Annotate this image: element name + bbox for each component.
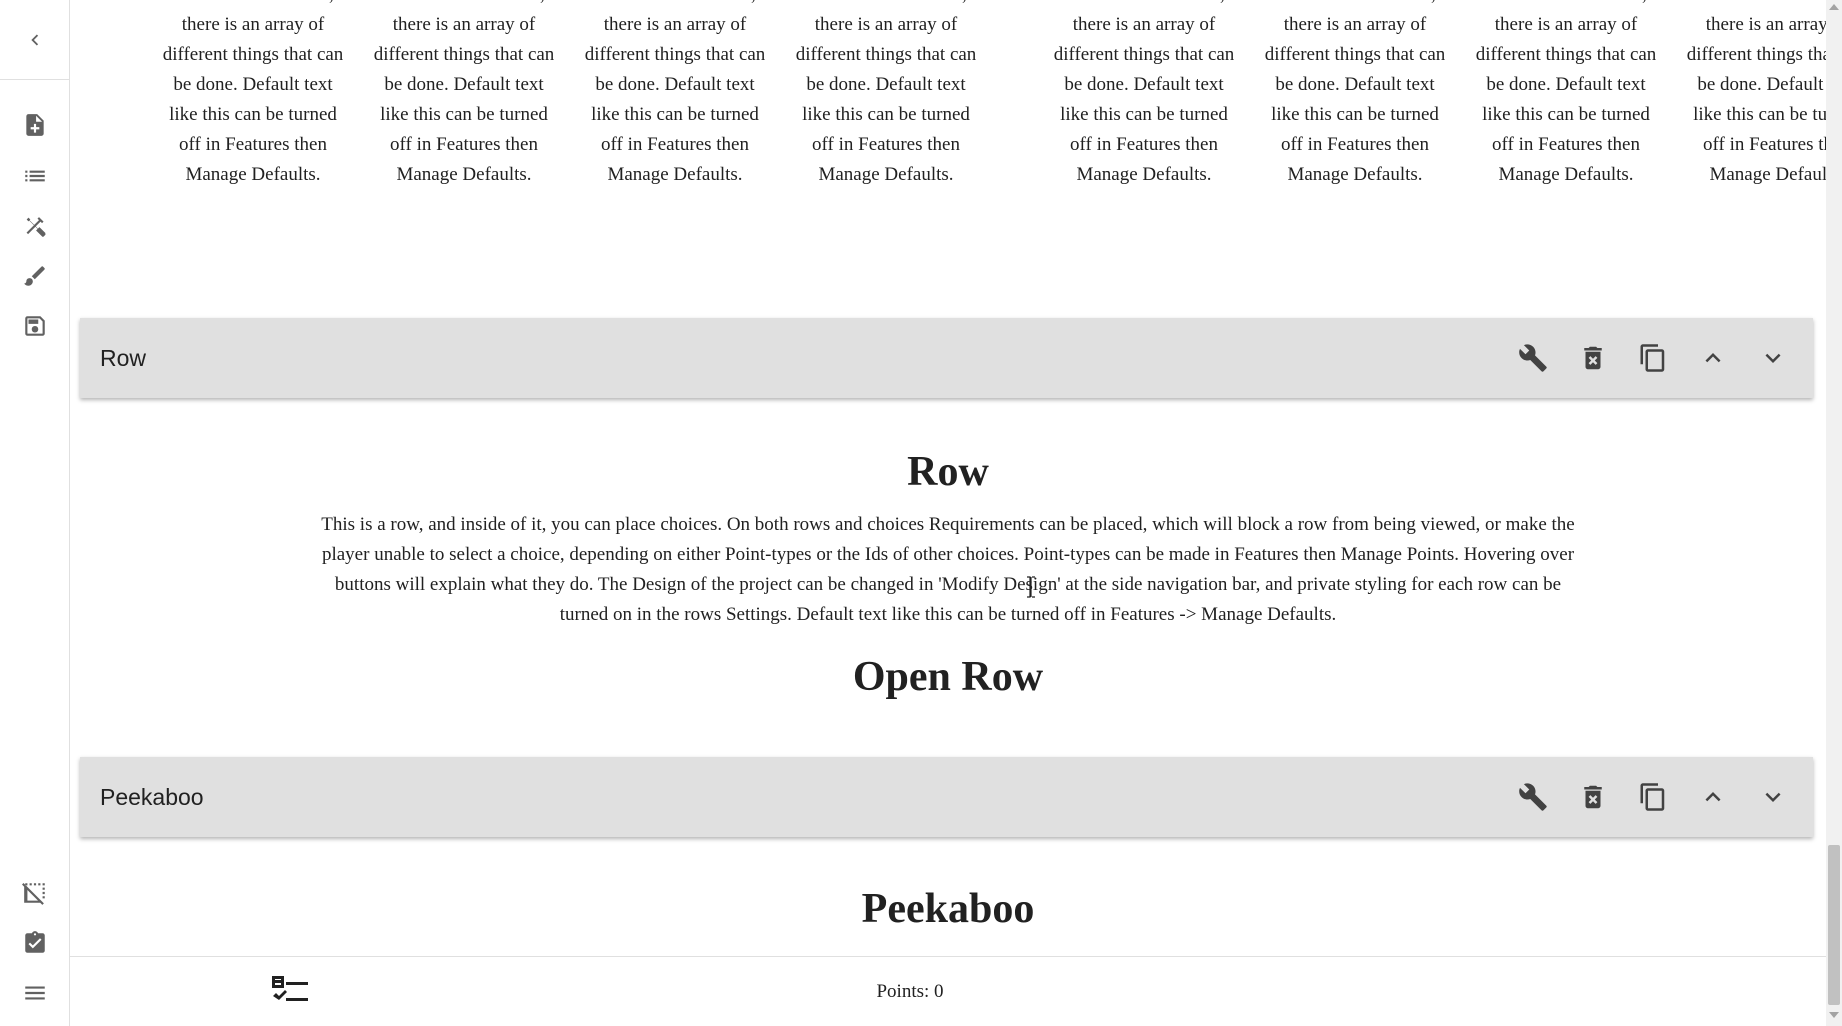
duplicate-row-button[interactable]: [1623, 328, 1683, 388]
brush-icon: [24, 266, 45, 286]
modify-design-button[interactable]: [0, 253, 70, 299]
chevron-down-icon: [1765, 353, 1781, 363]
vertical-scrollbar[interactable]: [1826, 0, 1842, 1026]
row-toolbar-title: Row: [100, 344, 147, 371]
text-cursor-icon: [1027, 576, 1035, 598]
wrench-icon: [1519, 783, 1547, 811]
chevron-up-icon: [1705, 792, 1721, 802]
delete-icon: [1584, 346, 1602, 370]
row-list-button[interactable]: [0, 153, 70, 199]
row-title: Peekaboo: [861, 886, 1035, 932]
delete-row-button[interactable]: [1563, 328, 1623, 388]
chevron-up-icon: [1705, 353, 1721, 363]
choice-description: bottom of the choice, there is an array …: [1264, 0, 1446, 185]
scroll-up-arrow[interactable]: [1829, 4, 1839, 10]
choice-description: bottom of the choice, there is an array …: [584, 0, 766, 185]
points-counter: Points: 0: [876, 981, 944, 1002]
chevron-left-icon: [31, 34, 39, 45]
move-row-down-button[interactable]: [1743, 767, 1803, 827]
row-description: This is a row, and inside of it, you can…: [321, 514, 1575, 625]
choice-description: bottom of the choice, there is an array …: [1686, 0, 1826, 185]
save-project-button[interactable]: [0, 303, 70, 349]
row-toolbar-title: Peekaboo: [100, 783, 204, 810]
move-row-down-button[interactable]: [1743, 328, 1803, 388]
move-row-up-button[interactable]: [1683, 328, 1743, 388]
row-subtitle: Open Row: [852, 654, 1044, 700]
tools-icon: [26, 217, 46, 237]
menu-button[interactable]: [0, 970, 70, 1016]
wrench-icon: [1519, 344, 1547, 372]
row-tools: [1503, 318, 1803, 398]
clipboard-button[interactable]: [0, 920, 70, 966]
scroll-down-arrow[interactable]: [1829, 1012, 1839, 1018]
copy-icon: [1640, 344, 1665, 372]
row-toolbar: Peekaboo: [80, 757, 1813, 837]
duplicate-row-button[interactable]: [1623, 767, 1683, 827]
scrollbar-thumb[interactable]: [1828, 845, 1840, 1005]
save-icon: [25, 316, 45, 336]
delete-row-button[interactable]: [1563, 767, 1623, 827]
select-off-icon: [22, 883, 45, 905]
choices-row: bottom of the choice, there is an array …: [70, 0, 1826, 300]
row-settings-button[interactable]: [1503, 767, 1563, 827]
move-row-up-button[interactable]: [1683, 767, 1743, 827]
features-button[interactable]: [0, 203, 70, 249]
new-row-button[interactable]: [0, 102, 70, 148]
row-settings-button[interactable]: [1503, 328, 1563, 388]
choice-description: bottom of the choice, there is an array …: [1053, 0, 1235, 185]
bottom-bar: Points: 0: [70, 956, 1826, 1026]
collapse-nav-button[interactable]: [0, 0, 70, 80]
copy-icon: [1640, 783, 1665, 811]
clipboard-icon: [25, 931, 45, 953]
row-toolbar: Row: [80, 318, 1813, 398]
choice-description: bottom of the choice, there is an array …: [1475, 0, 1657, 185]
side-navigation-rail: [0, 0, 70, 1026]
project-content: bottom of the choice, there is an array …: [70, 0, 1826, 956]
delete-icon: [1584, 785, 1602, 809]
row-title: Row: [907, 449, 989, 495]
choice-description: bottom of the choice, there is an array …: [162, 0, 344, 185]
choice-description: bottom of the choice, there is an array …: [373, 0, 555, 185]
select-off-button[interactable]: [0, 870, 70, 916]
list-icon: [25, 170, 45, 182]
file-add-icon: [26, 114, 44, 136]
menu-icon: [25, 986, 45, 1000]
chevron-down-icon: [1765, 792, 1781, 802]
choice-description: bottom of the choice, there is an array …: [795, 0, 977, 185]
row-tools: [1503, 757, 1803, 837]
